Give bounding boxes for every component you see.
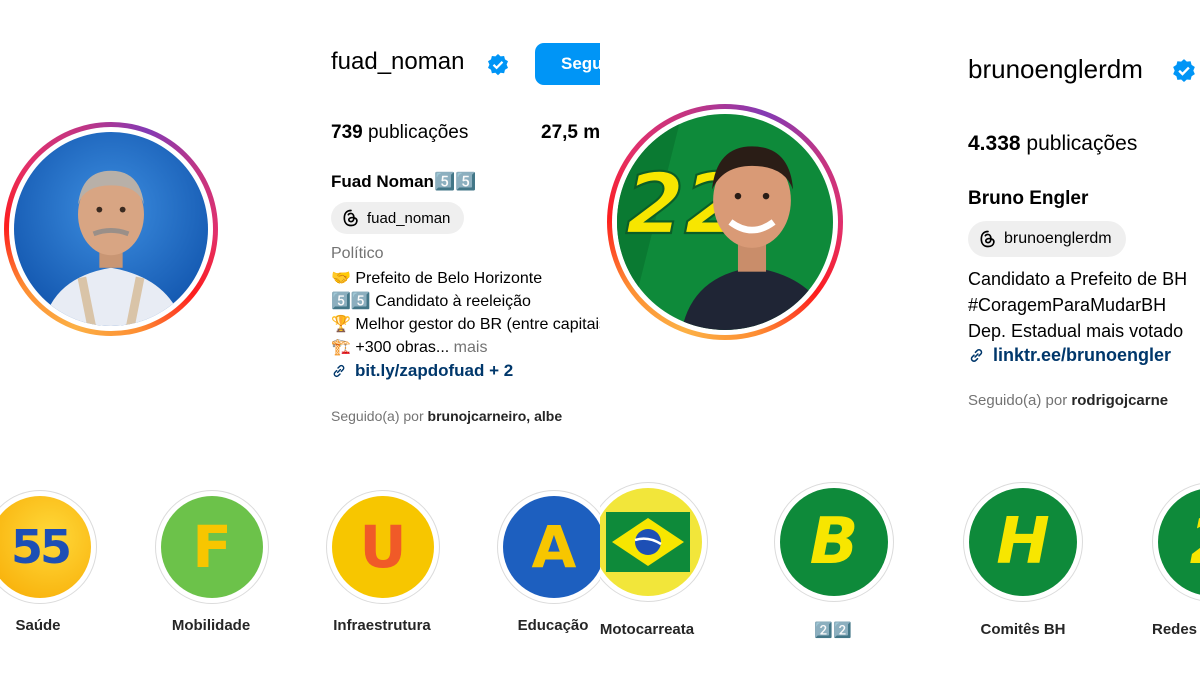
highlight-label: Infraestrutura <box>333 617 431 634</box>
highlight-label: Motocarreata <box>600 621 695 638</box>
followed-by[interactable]: Seguido(a) por rodrigojcarne <box>968 392 1168 409</box>
number-2-icon: 2 <box>1158 488 1200 596</box>
highlight-saude[interactable]: 55 <box>0 490 97 604</box>
profile-full-name: Bruno Engler <box>968 188 1089 209</box>
profile-link[interactable]: bit.ly/zapdofuad + 2 <box>331 361 513 381</box>
bio-line: Candidato a Prefeito de BH <box>968 269 1188 289</box>
followers-count: 27,5 mil <box>541 122 600 143</box>
threads-badge[interactable]: fuad_noman <box>331 202 465 234</box>
verified-badge-icon <box>488 54 508 76</box>
profile-avatar-ring[interactable]: 22 <box>607 104 843 340</box>
bio-line: 🤝 Prefeito de Belo Horizonte <box>331 270 543 287</box>
profile-avatar <box>14 132 208 326</box>
highlight-redes[interactable]: 2 <box>1152 482 1200 602</box>
letter-f-icon: F <box>161 496 263 598</box>
threads-handle: fuad_noman <box>367 209 451 227</box>
followed-by[interactable]: Seguido(a) por brunojcarneiro, albe <box>331 408 562 424</box>
highlight-educacao[interactable]: A <box>497 490 600 604</box>
threads-icon <box>980 230 995 248</box>
posts-count: 4.338 <box>968 132 1021 155</box>
highlight-22[interactable]: B <box>774 482 894 602</box>
highlight-mobilidade[interactable]: F <box>155 490 269 604</box>
followers-count-stat[interactable]: 27,5 mil seguidores <box>541 122 600 144</box>
number-55-icon: 55 <box>0 496 91 598</box>
bio-line: 🏗️ +300 obras... mais <box>331 339 488 356</box>
letter-a-icon: A <box>503 496 600 598</box>
threads-handle: brunoenglerdm <box>1004 230 1112 247</box>
highlight-comites-bh[interactable]: H <box>963 482 1083 602</box>
link-icon <box>333 364 345 378</box>
profile-link-text: linktr.ee/brunoengler <box>993 345 1172 365</box>
threads-icon <box>343 209 358 227</box>
highlight-label: Educação <box>517 617 589 634</box>
profile-full-name: Fuad Noman5️⃣5️⃣ <box>331 172 477 191</box>
right-profile-panel: 22 brunoenglerdm 4.338 publicações Bruno… <box>600 0 1200 680</box>
profile-link[interactable]: linktr.ee/brunoengler <box>968 345 1171 366</box>
brazil-flag-icon <box>600 488 702 596</box>
profile-link-text: bit.ly/zapdofuad + 2 <box>355 361 514 380</box>
letter-u-icon: U <box>332 496 434 598</box>
profile-category: Político <box>331 245 384 262</box>
posts-label: publicações <box>367 122 469 143</box>
profile-avatar-ring[interactable] <box>4 122 218 336</box>
highlight-label: Mobilidade <box>171 617 251 634</box>
bio-line: 5️⃣5️⃣ Candidato à reeleição <box>331 293 531 310</box>
profile-avatar: 22 <box>617 114 833 330</box>
bio-line: Dep. Estadual mais votado <box>968 321 1184 341</box>
profile-username: brunoenglerdm <box>968 54 1143 84</box>
profile-bio: Candidato a Prefeito de BH #CoragemParaM… <box>968 266 1187 344</box>
highlight-label: Saúde <box>15 617 61 634</box>
followed-by-names: rodrigojcarne <box>1071 392 1169 409</box>
posts-count-stat[interactable]: 4.338 publicações <box>968 132 1137 156</box>
bio-line: 🏆 Melhor gestor do BR (entre capitais) <box>331 316 600 333</box>
highlight-label: 2️⃣2️⃣ <box>814 622 852 639</box>
highlight-label: Redes <box>1152 621 1198 638</box>
profile-username: fuad_noman <box>331 48 465 75</box>
letter-b-icon: B <box>780 488 888 596</box>
highlight-motocarreata[interactable] <box>600 482 708 602</box>
followed-by-names: brunojcarneiro, albe <box>427 408 563 424</box>
posts-count: 739 <box>331 122 363 143</box>
link-icon <box>970 349 983 362</box>
letter-h-icon: H <box>969 488 1077 596</box>
posts-count-stat[interactable]: 739 publicações <box>331 122 468 144</box>
highlight-infraestrutura[interactable]: U <box>326 490 440 604</box>
posts-label: publicações <box>1026 132 1138 155</box>
highlight-label: Comitês BH <box>980 621 1066 638</box>
profile-bio: 🤝 Prefeito de Belo Horizonte 5️⃣5️⃣ Cand… <box>331 267 600 359</box>
bio-more-link[interactable]: mais <box>454 339 488 356</box>
left-profile-panel: fuad_noman Seguir 739 publicações 27,5 m… <box>0 0 600 680</box>
threads-badge[interactable]: brunoenglerdm <box>968 221 1126 257</box>
follow-button[interactable]: Seguir <box>535 43 600 85</box>
verified-badge-icon <box>1173 59 1195 83</box>
bio-line: #CoragemParaMudarBH <box>968 295 1167 315</box>
